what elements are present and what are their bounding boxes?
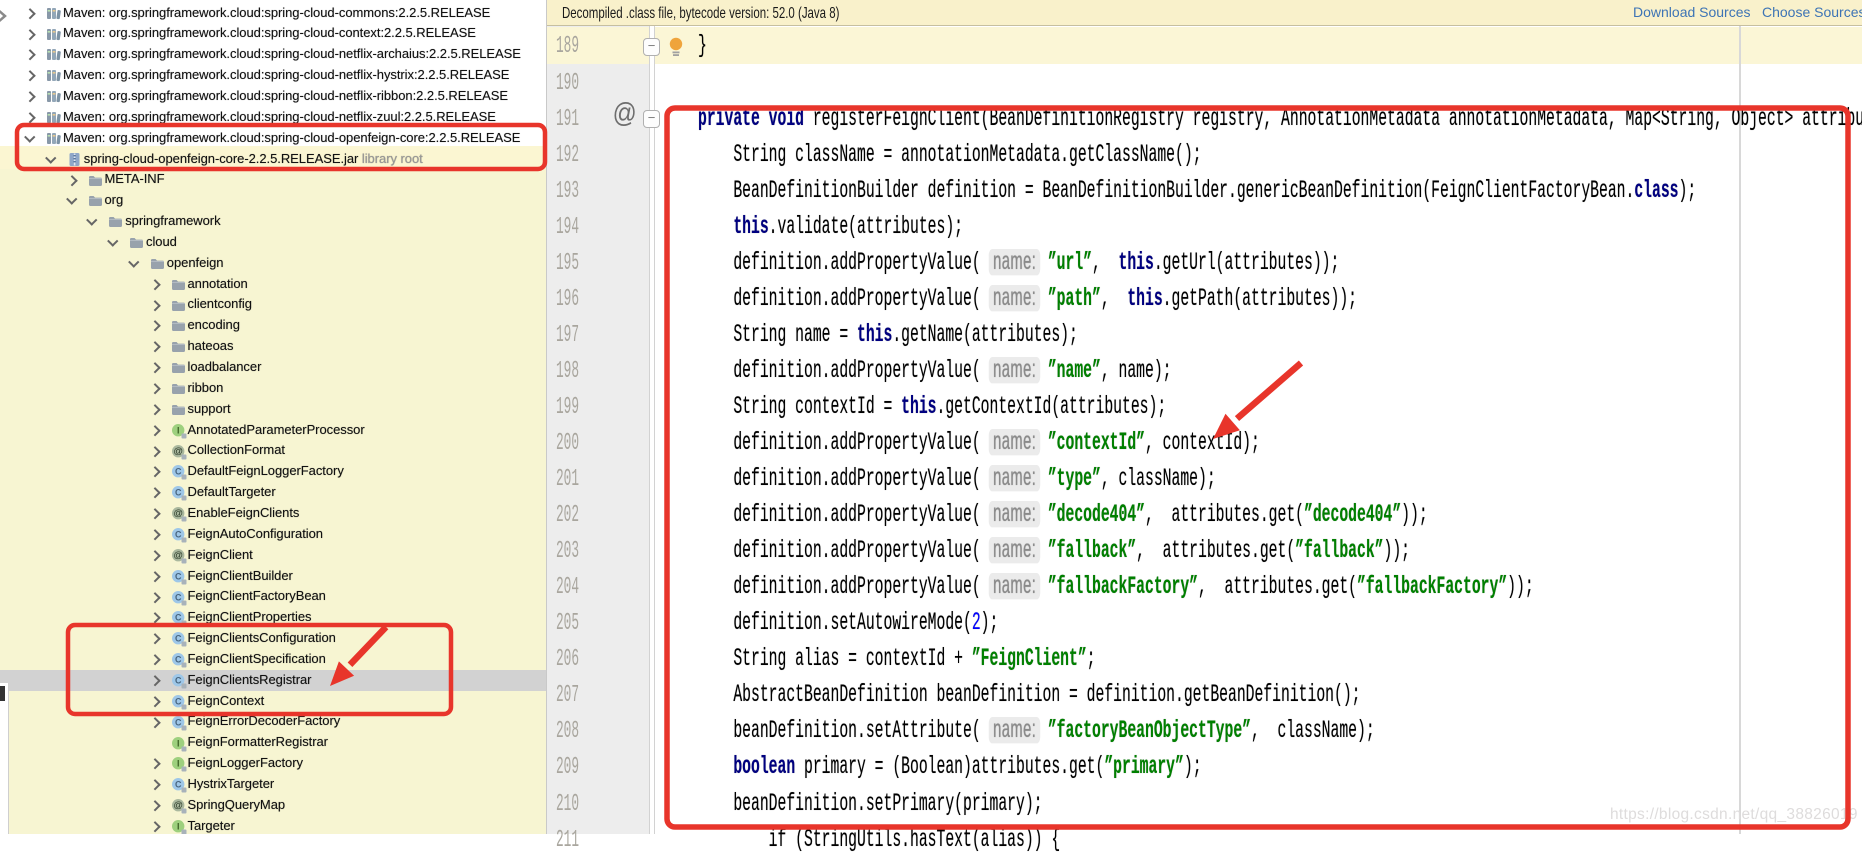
- svg-text:I: I: [176, 738, 179, 748]
- svg-text:C: C: [174, 613, 181, 623]
- svg-text:C: C: [174, 780, 181, 790]
- svg-text:C: C: [174, 675, 181, 685]
- svg-text:I: I: [176, 425, 179, 435]
- svg-text:C: C: [174, 696, 181, 706]
- svg-text:I: I: [176, 759, 179, 769]
- svg-text:C: C: [174, 571, 181, 581]
- svg-text:I: I: [176, 821, 179, 831]
- svg-text:C: C: [174, 467, 181, 477]
- svg-text:C: C: [174, 717, 181, 727]
- svg-text:C: C: [174, 592, 181, 602]
- svg-text:C: C: [174, 529, 181, 539]
- svg-text:C: C: [174, 654, 181, 664]
- svg-text:C: C: [174, 634, 181, 644]
- svg-text:C: C: [174, 488, 181, 498]
